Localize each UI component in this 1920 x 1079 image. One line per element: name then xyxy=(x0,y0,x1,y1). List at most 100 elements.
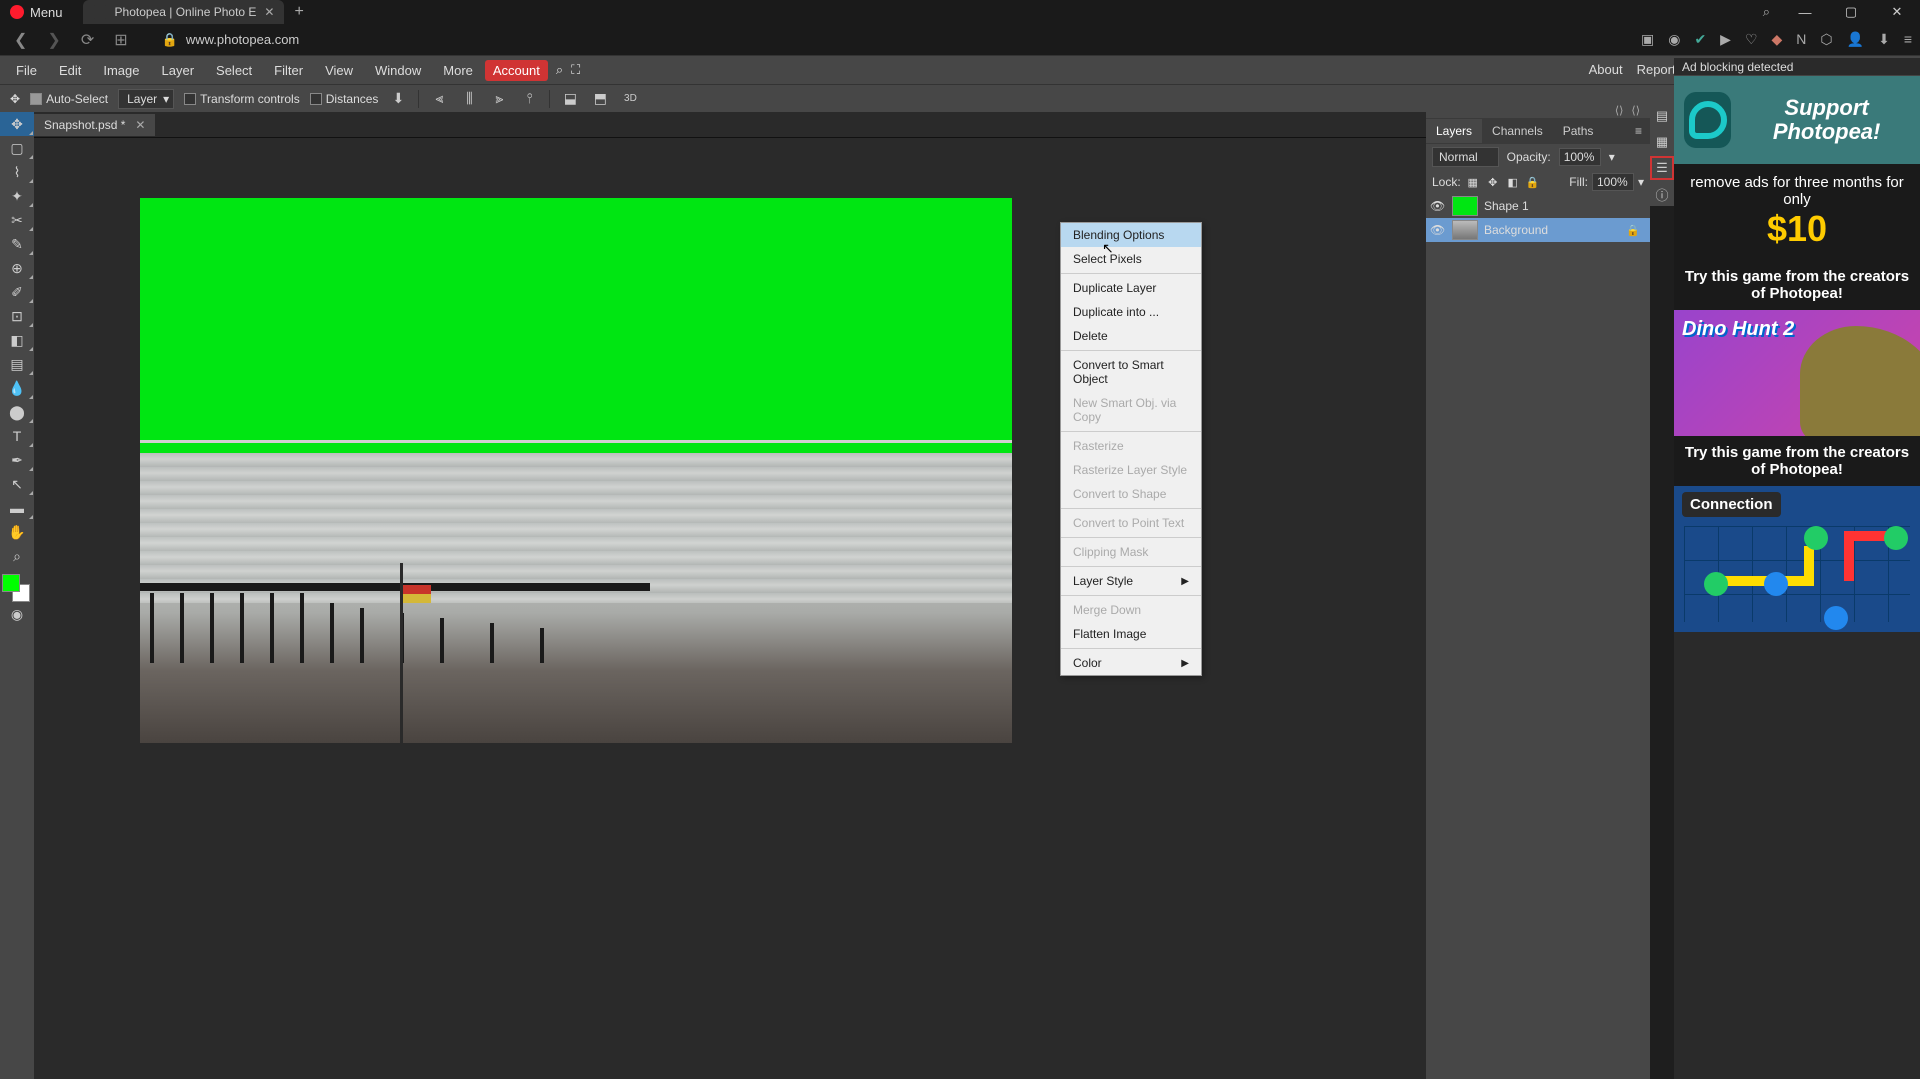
tab-paths[interactable]: Paths xyxy=(1553,119,1604,143)
menu-file[interactable]: File xyxy=(6,59,47,82)
opera-logo-icon xyxy=(10,5,24,19)
ctx-select-pixels[interactable]: Select Pixels xyxy=(1061,247,1201,271)
layer-context-menu: Blending OptionsSelect Pixels Duplicate L… xyxy=(1060,222,1202,676)
close-button[interactable]: ✕ xyxy=(1874,0,1920,24)
menu-layer[interactable]: Layer xyxy=(152,59,205,82)
opacity-input[interactable]: 100% xyxy=(1559,148,1601,166)
layer-thumbnail[interactable] xyxy=(1452,220,1478,240)
auto-select-checkbox[interactable]: Auto-Select xyxy=(30,92,108,106)
link-about[interactable]: About xyxy=(1589,62,1623,78)
layer-row-shape1[interactable]: 👁 Shape 1 xyxy=(1426,194,1650,218)
addr-cube-icon[interactable]: ▶ xyxy=(1720,31,1731,48)
opera-menu-button[interactable]: Menu xyxy=(0,5,73,20)
blend-row: Normal Opacity: 100% ▾ xyxy=(1426,144,1650,170)
layer-dropdown[interactable]: Layer ▾ xyxy=(118,89,174,109)
move-tool[interactable]: ✥ xyxy=(0,112,34,136)
ctx-duplicate-layer[interactable]: Duplicate Layer xyxy=(1061,276,1201,300)
place-icon[interactable]: ⬇ xyxy=(388,89,408,109)
doc-tab-close-icon[interactable]: ✕ xyxy=(135,118,145,132)
addr-ext2-icon[interactable]: ◆ xyxy=(1772,31,1783,48)
blend-mode-select[interactable]: Normal xyxy=(1432,147,1499,167)
maximize-button[interactable]: ▢ xyxy=(1828,0,1874,24)
addr-notion-icon[interactable]: N xyxy=(1796,31,1806,48)
history-panel-icon[interactable]: ▤ xyxy=(1650,104,1674,128)
ctx-flatten-image[interactable]: Flatten Image xyxy=(1061,622,1201,646)
tab-close-icon[interactable]: ✕ xyxy=(264,5,274,19)
remove-ads-text[interactable]: remove ads for three months for only $10 xyxy=(1674,164,1920,260)
info-panel-icon[interactable]: ⓘ xyxy=(1650,182,1674,206)
menu-more[interactable]: More xyxy=(433,59,483,82)
distances-checkbox[interactable]: Distances xyxy=(310,92,379,106)
support-photopea-ad[interactable]: Support Photopea! xyxy=(1674,76,1920,164)
addr-heart-icon[interactable]: ♡ xyxy=(1745,31,1758,48)
canvas-area[interactable] xyxy=(34,138,1426,1079)
align-right-icon[interactable]: ⫸ xyxy=(489,89,509,109)
browser-tab-active[interactable]: Photopea | Online Photo E ✕ xyxy=(83,0,285,24)
align-left-icon[interactable]: ⫷ xyxy=(429,89,449,109)
addr-download-icon[interactable]: ⬇ xyxy=(1878,31,1890,48)
menu-view[interactable]: View xyxy=(315,59,363,82)
3d-icon[interactable]: 3D xyxy=(620,89,640,109)
tab-channels[interactable]: Channels xyxy=(1482,119,1553,143)
menu-select[interactable]: Select xyxy=(206,59,262,82)
ctx-color[interactable]: Color▶ xyxy=(1061,651,1201,675)
forward-button[interactable]: ❯ xyxy=(41,30,66,50)
reload-button[interactable]: ⟳ xyxy=(75,30,100,50)
minimize-button[interactable]: — xyxy=(1782,0,1828,24)
align-center-icon[interactable]: ⫼ xyxy=(459,89,479,109)
foreground-color-swatch[interactable] xyxy=(2,574,20,592)
panel-menu-icon[interactable]: ≡ xyxy=(1627,124,1650,138)
menubar-fullscreen-icon[interactable]: ⛶ xyxy=(571,62,580,78)
menubar-search-icon[interactable]: ⌕ xyxy=(556,62,563,78)
document-tab[interactable]: Snapshot.psd * ✕ xyxy=(34,114,155,136)
ctx-blending-options[interactable]: Blending Options xyxy=(1061,223,1201,247)
collapse-right-icon[interactable]: ⟨⟩ xyxy=(1631,104,1640,117)
connection-ad[interactable]: Connection xyxy=(1674,486,1920,632)
lock-fill-icon[interactable]: ◧ xyxy=(1505,174,1521,190)
addr-camera-icon[interactable]: ◉ xyxy=(1668,31,1680,48)
apps-icon[interactable]: ⊞ xyxy=(108,30,133,50)
layer-row-background[interactable]: 👁 Background 🔒 xyxy=(1426,218,1650,242)
addr-shield-icon[interactable]: ✔ xyxy=(1694,31,1706,48)
menu-image[interactable]: Image xyxy=(93,59,149,82)
back-button[interactable]: ❮ xyxy=(8,30,33,50)
tab-favicon-icon xyxy=(93,5,107,19)
layer-thumbnail[interactable] xyxy=(1452,196,1478,216)
addr-ext1-icon[interactable]: ▣ xyxy=(1641,31,1654,48)
menu-account[interactable]: Account xyxy=(485,60,548,81)
ctx-convert-to-smart-object[interactable]: Convert to Smart Object xyxy=(1061,353,1201,391)
menu-window[interactable]: Window xyxy=(365,59,431,82)
lock-all-icon[interactable]: 🔒 xyxy=(1525,174,1541,190)
lock-icon: 🔒 xyxy=(162,32,178,48)
distribute-v-icon[interactable]: ⬒ xyxy=(590,89,610,109)
new-tab-button[interactable]: + xyxy=(294,3,303,21)
fill-dropdown-icon[interactable]: ▾ xyxy=(1638,175,1644,189)
lock-pixels-icon[interactable]: ▦ xyxy=(1465,174,1481,190)
collapse-left-icon[interactable]: ⟨⟩ xyxy=(1615,104,1624,117)
addr-ext3-icon[interactable]: ⬡ xyxy=(1820,31,1832,48)
lock-label: Lock: xyxy=(1432,175,1461,189)
distribute-h-icon[interactable]: ⬓ xyxy=(560,89,580,109)
swatches-panel-icon[interactable]: ▦ xyxy=(1650,130,1674,154)
ctx-duplicate-into-[interactable]: Duplicate into ... xyxy=(1061,300,1201,324)
lock-position-icon[interactable]: ✥ xyxy=(1485,174,1501,190)
move-tool-icon[interactable]: ✥ xyxy=(10,92,20,106)
menu-edit[interactable]: Edit xyxy=(49,59,91,82)
dino-hunt-ad[interactable]: Dino Hunt 2 xyxy=(1674,310,1920,436)
titlebar-search-icon[interactable]: ⌕ xyxy=(1763,4,1770,20)
addr-profile-icon[interactable]: 👤 xyxy=(1847,31,1864,48)
align-top-icon[interactable]: ⫯ xyxy=(519,89,539,109)
opacity-dropdown-icon[interactable]: ▾ xyxy=(1609,150,1615,164)
addr-easy-icon[interactable]: ≡ xyxy=(1904,31,1912,48)
ctx-layer-style[interactable]: Layer Style▶ xyxy=(1061,569,1201,593)
document-canvas[interactable] xyxy=(140,198,1012,743)
fill-input[interactable]: 100% xyxy=(1592,173,1634,191)
visibility-icon[interactable]: 👁 xyxy=(1430,223,1446,237)
transform-controls-checkbox[interactable]: Transform controls xyxy=(184,92,300,106)
layers-panel-icon[interactable]: ☰ xyxy=(1650,156,1674,180)
visibility-icon[interactable]: 👁 xyxy=(1430,199,1446,213)
menu-filter[interactable]: Filter xyxy=(264,59,313,82)
ctx-delete[interactable]: Delete xyxy=(1061,324,1201,348)
url-field[interactable]: 🔒 www.photopea.com xyxy=(162,32,300,48)
tab-layers[interactable]: Layers xyxy=(1426,119,1482,143)
